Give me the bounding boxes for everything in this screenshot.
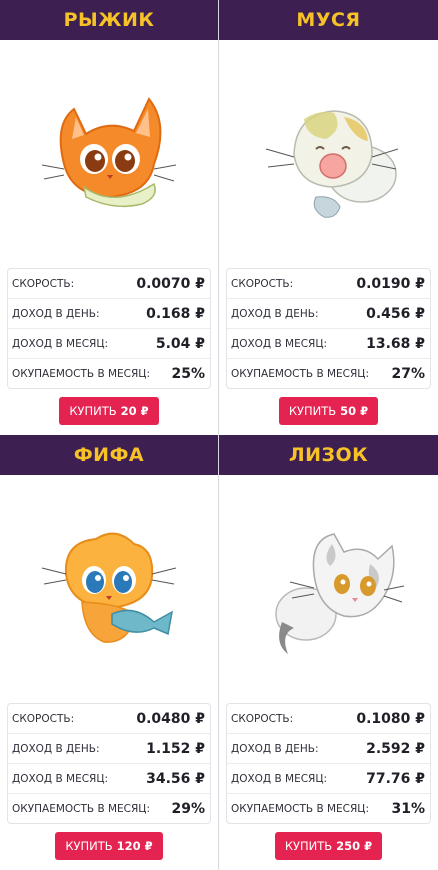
card-header: ФИФА bbox=[0, 435, 218, 475]
stat-label: ОКУПАЕМОСТЬ В МЕСЯЦ: bbox=[231, 367, 369, 380]
card-header: РЫЖИК bbox=[0, 0, 218, 40]
card-header: МУСЯ bbox=[219, 0, 438, 40]
stat-value: 34.56 ₽ bbox=[146, 770, 205, 787]
cat-card-lizok: ЛИЗОК СКОРОСТЬ: 0.1080 ₽ ДОХОД В ДЕНЬ: 2… bbox=[219, 435, 438, 870]
stat-label: СКОРОСТЬ: bbox=[231, 277, 294, 290]
stat-label: ДОХОД В МЕСЯЦ: bbox=[12, 772, 109, 785]
stat-label: ДОХОД В МЕСЯЦ: bbox=[231, 772, 328, 785]
stat-payback: ОКУПАЕМОСТЬ В МЕСЯЦ: 25% bbox=[8, 359, 210, 388]
stat-label: ОКУПАЕМОСТЬ В МЕСЯЦ: bbox=[12, 802, 150, 815]
stat-income-day: ДОХОД В ДЕНЬ: 0.168 ₽ bbox=[8, 299, 210, 329]
cat-name: ФИФА bbox=[73, 444, 145, 466]
stat-value: 31% bbox=[391, 800, 425, 817]
stat-value: 0.1080 ₽ bbox=[356, 710, 425, 727]
stat-value: 77.76 ₽ bbox=[366, 770, 425, 787]
buy-price: 50 ₽ bbox=[340, 404, 369, 418]
yawning-kitten-icon bbox=[265, 110, 398, 218]
stat-value: 0.168 ₽ bbox=[146, 305, 205, 322]
stat-payback: ОКУПАЕМОСТЬ В МЕСЯЦ: 31% bbox=[227, 794, 430, 823]
kitten-with-fish-icon bbox=[41, 532, 177, 643]
orange-kitten-icon bbox=[41, 97, 177, 208]
buy-label: КУПИТЬ bbox=[284, 839, 333, 853]
stat-label: ОКУПАЕМОСТЬ В МЕСЯЦ: bbox=[231, 802, 369, 815]
buy-label: КУПИТЬ bbox=[288, 404, 337, 418]
buy-price: 250 ₽ bbox=[336, 839, 373, 853]
stat-value: 0.456 ₽ bbox=[366, 305, 425, 322]
cat-card-fifa: ФИФА СКОРОСТЬ: 0.0480 ₽ ДОХОД В ДЕНЬ: 1.… bbox=[0, 435, 219, 870]
cat-name: МУСЯ bbox=[296, 9, 361, 31]
stat-value: 29% bbox=[171, 800, 205, 817]
stat-speed: СКОРОСТЬ: 0.0190 ₽ bbox=[227, 269, 430, 299]
stat-value: 27% bbox=[391, 365, 425, 382]
stat-value: 2.592 ₽ bbox=[366, 740, 425, 757]
buy-price: 20 ₽ bbox=[120, 404, 149, 418]
buy-label: КУПИТЬ bbox=[65, 839, 113, 853]
stat-income-month: ДОХОД В МЕСЯЦ: 77.76 ₽ bbox=[227, 764, 430, 794]
stat-income-day: ДОХОД В ДЕНЬ: 2.592 ₽ bbox=[227, 734, 430, 764]
buy-button[interactable]: КУПИТЬ 50 ₽ bbox=[278, 397, 379, 425]
stat-label: ДОХОД В ДЕНЬ: bbox=[12, 742, 100, 755]
cat-card-ryzhik: РЫЖИК СКОРОСТЬ: 0.0070 ₽ ДОХОД В ДЕНЬ: 0… bbox=[0, 0, 219, 435]
stat-label: ДОХОД В ДЕНЬ: bbox=[231, 307, 319, 320]
buy-button[interactable]: КУПИТЬ 250 ₽ bbox=[274, 832, 383, 860]
stat-value: 25% bbox=[171, 365, 205, 382]
stat-income-month: ДОХОД В МЕСЯЦ: 5.04 ₽ bbox=[8, 329, 210, 359]
cat-image bbox=[0, 475, 218, 703]
stat-speed: СКОРОСТЬ: 0.0070 ₽ bbox=[8, 269, 210, 299]
stat-value: 0.0190 ₽ bbox=[356, 275, 425, 292]
stat-label: ДОХОД В МЕСЯЦ: bbox=[12, 337, 109, 350]
cat-name: ЛИЗОК bbox=[288, 444, 369, 466]
stat-label: СКОРОСТЬ: bbox=[12, 712, 75, 725]
cats-grid: РЫЖИК СКОРОСТЬ: 0.0070 ₽ ДОХОД В ДЕНЬ: 0… bbox=[0, 0, 438, 870]
cat-name: РЫЖИК bbox=[63, 9, 155, 31]
buy-button[interactable]: КУПИТЬ 120 ₽ bbox=[55, 832, 163, 860]
buy-button[interactable]: КУПИТЬ 20 ₽ bbox=[59, 397, 159, 425]
stat-label: ДОХОД В ДЕНЬ: bbox=[12, 307, 100, 320]
grey-kitten-icon bbox=[274, 533, 404, 654]
stat-income-month: ДОХОД В МЕСЯЦ: 34.56 ₽ bbox=[8, 764, 210, 794]
stat-value: 0.0070 ₽ bbox=[136, 275, 205, 292]
stat-label: ОКУПАЕМОСТЬ В МЕСЯЦ: bbox=[12, 367, 150, 380]
stats-table: СКОРОСТЬ: 0.0480 ₽ ДОХОД В ДЕНЬ: 1.152 ₽… bbox=[7, 703, 211, 824]
cat-card-musya: МУСЯ СКОРОСТЬ: 0.0190 ₽ ДОХОД В ДЕНЬ: 0.… bbox=[219, 0, 438, 435]
stat-label: СКОРОСТЬ: bbox=[231, 712, 294, 725]
stat-value: 5.04 ₽ bbox=[155, 335, 205, 352]
stat-income-day: ДОХОД В ДЕНЬ: 0.456 ₽ bbox=[227, 299, 430, 329]
stat-value: 1.152 ₽ bbox=[146, 740, 205, 757]
card-header: ЛИЗОК bbox=[219, 435, 438, 475]
stat-value: 0.0480 ₽ bbox=[136, 710, 205, 727]
buy-label: КУПИТЬ bbox=[69, 404, 117, 418]
stats-table: СКОРОСТЬ: 0.0070 ₽ ДОХОД В ДЕНЬ: 0.168 ₽… bbox=[7, 268, 211, 389]
stat-payback: ОКУПАЕМОСТЬ В МЕСЯЦ: 27% bbox=[227, 359, 430, 388]
stat-label: СКОРОСТЬ: bbox=[12, 277, 75, 290]
stat-income-month: ДОХОД В МЕСЯЦ: 13.68 ₽ bbox=[227, 329, 430, 359]
stat-value: 13.68 ₽ bbox=[366, 335, 425, 352]
stat-label: ДОХОД В МЕСЯЦ: bbox=[231, 337, 328, 350]
buy-price: 120 ₽ bbox=[116, 839, 153, 853]
stat-income-day: ДОХОД В ДЕНЬ: 1.152 ₽ bbox=[8, 734, 210, 764]
stats-table: СКОРОСТЬ: 0.0190 ₽ ДОХОД В ДЕНЬ: 0.456 ₽… bbox=[226, 268, 431, 389]
stats-table: СКОРОСТЬ: 0.1080 ₽ ДОХОД В ДЕНЬ: 2.592 ₽… bbox=[226, 703, 431, 824]
cat-image bbox=[219, 475, 438, 703]
stat-speed: СКОРОСТЬ: 0.1080 ₽ bbox=[227, 704, 430, 734]
stat-label: ДОХОД В ДЕНЬ: bbox=[231, 742, 319, 755]
cat-image bbox=[0, 40, 218, 268]
stat-speed: СКОРОСТЬ: 0.0480 ₽ bbox=[8, 704, 210, 734]
cat-image bbox=[219, 40, 438, 268]
stat-payback: ОКУПАЕМОСТЬ В МЕСЯЦ: 29% bbox=[8, 794, 210, 823]
